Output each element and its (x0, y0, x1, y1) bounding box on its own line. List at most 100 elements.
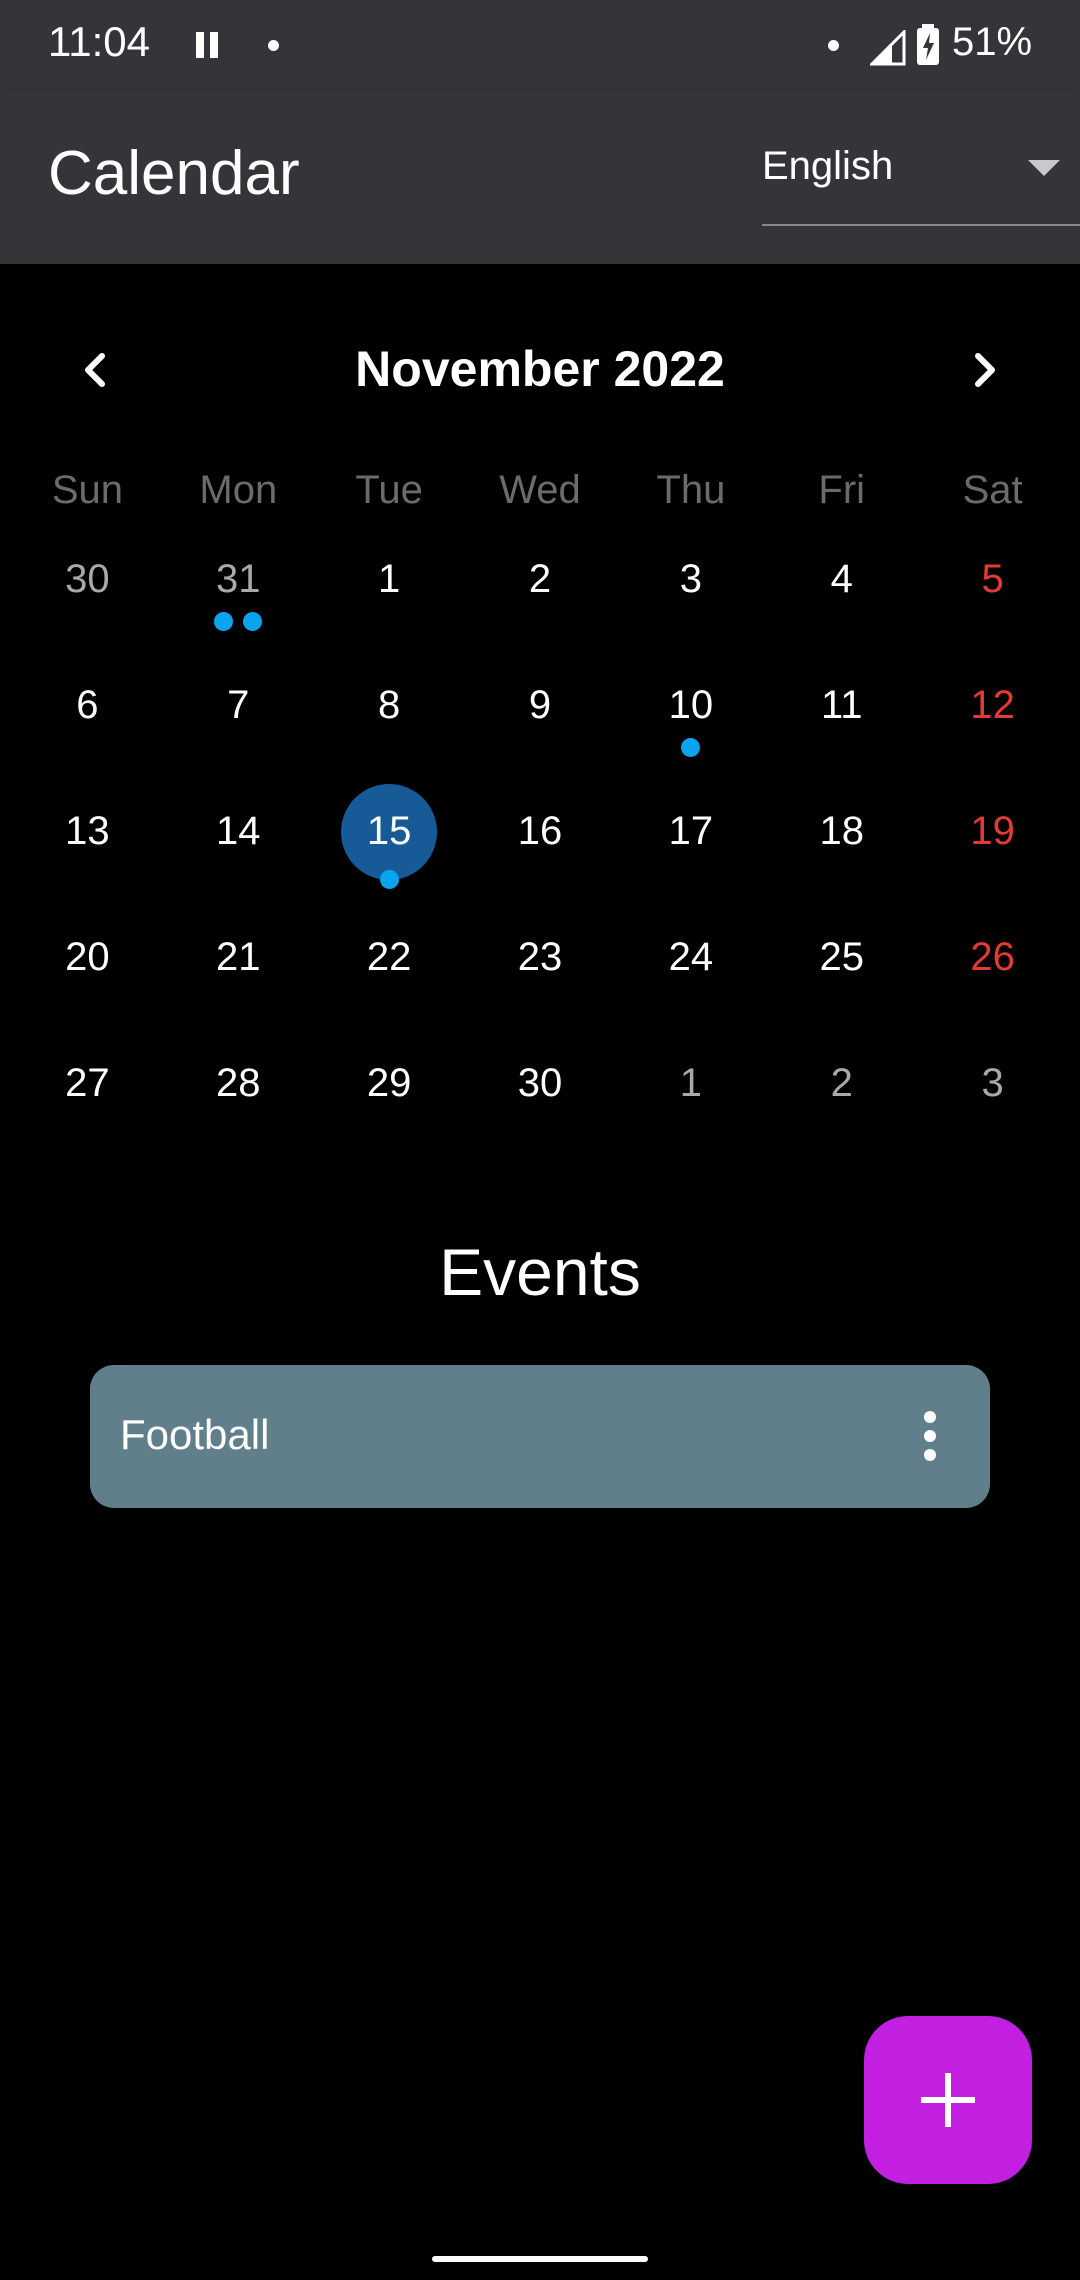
calendar-header: November 2022 (0, 330, 1080, 410)
calendar-day[interactable]: 17 (615, 792, 766, 918)
day-number: 17 (668, 809, 714, 853)
calendar-day[interactable]: 30 (465, 1044, 616, 1170)
calendar-week-row: 13 14 15 16 17 18 19 (12, 784, 1068, 918)
weekday-label: Tue (355, 468, 423, 512)
calendar-day[interactable]: 28 (163, 1044, 314, 1170)
status-time: 11:04 (48, 18, 150, 65)
day-number: 24 (668, 935, 714, 979)
weekday-label: Sun (51, 468, 124, 512)
calendar-week-row: 20 21 22 23 24 25 26 (12, 918, 1068, 1044)
event-card[interactable]: Football (90, 1365, 990, 1508)
calendar-day[interactable]: 3 (917, 1044, 1068, 1170)
day-number: 6 (76, 683, 99, 727)
calendar-day[interactable]: 2 (766, 1044, 917, 1170)
home-indicator[interactable] (432, 2256, 648, 2262)
pause-icon (196, 32, 218, 58)
more-vertical-icon[interactable] (924, 1411, 936, 1461)
day-number: 15 (366, 809, 412, 853)
day-number: 9 (528, 683, 552, 727)
day-number: 14 (216, 809, 261, 853)
calendar-day[interactable]: 7 (163, 666, 314, 792)
day-number: 23 (517, 935, 563, 979)
language-selected-value: English (762, 144, 894, 188)
day-number: 3 (679, 557, 702, 601)
notification-dot-icon (828, 40, 839, 51)
day-number: 31 (216, 557, 261, 601)
event-dot-icon (214, 612, 234, 631)
chevron-right-icon[interactable] (954, 340, 1014, 400)
calendar-grid: 30 31 1 2 3 4 5 6 7 8 9 10 11 12 13 14 15 16 17 18 19 20 21 22 2… (0, 540, 1080, 1170)
day-number: 25 (819, 935, 864, 979)
day-number: 29 (366, 1061, 412, 1105)
day-number: 10 (668, 683, 714, 727)
dropdown-arrow-icon (1028, 160, 1060, 176)
calendar-week-row: 27 28 29 30 1 2 3 (12, 1044, 1068, 1170)
calendar-day[interactable]: 16 (465, 792, 616, 918)
day-number: 7 (227, 683, 250, 727)
calendar-day[interactable]: 22 (314, 918, 465, 1044)
calendar-day[interactable]: 29 (314, 1044, 465, 1170)
day-number: 28 (216, 1061, 261, 1105)
calendar-day[interactable]: 21 (163, 918, 314, 1044)
day-number: 5 (981, 557, 1004, 601)
status-bar: 11:04 51% (0, 0, 1080, 90)
day-number: 12 (970, 683, 1015, 727)
calendar-day[interactable]: 8 (314, 666, 465, 792)
day-number: 26 (970, 935, 1015, 979)
calendar-day[interactable]: 1 (314, 540, 465, 666)
day-number: 13 (65, 809, 110, 853)
weekday-label: Sat (962, 468, 1023, 512)
day-number: 27 (65, 1061, 110, 1105)
calendar-day[interactable]: 4 (766, 540, 917, 666)
day-number: 1 (679, 1061, 702, 1105)
calendar-day[interactable]: 11 (766, 666, 917, 792)
weekday-header: Sun Mon Tue Wed Thu Fri Sat (0, 468, 1080, 528)
calendar-day[interactable]: 1 (615, 1044, 766, 1170)
calendar-day[interactable]: 19 (917, 792, 1068, 918)
calendar-day[interactable]: 6 (12, 666, 163, 792)
weekday-label: Wed (499, 468, 581, 512)
calendar-day[interactable]: 30 (12, 540, 163, 666)
calendar-week-row: 6 7 8 9 10 11 12 (12, 666, 1068, 792)
month-title: November 2022 (355, 341, 725, 397)
calendar-day[interactable]: 23 (465, 918, 616, 1044)
event-indicator (615, 738, 766, 757)
day-number: 19 (970, 809, 1015, 853)
event-indicator (314, 870, 465, 889)
day-number: 18 (819, 809, 864, 853)
calendar-day[interactable]: 13 (12, 792, 163, 918)
day-number: 22 (366, 935, 412, 979)
page-title: Calendar (48, 139, 300, 208)
battery-percentage: 51% (952, 20, 1033, 64)
calendar-day[interactable]: 31 (163, 540, 314, 666)
calendar-week-row: 30 31 1 2 3 4 5 (12, 540, 1068, 666)
calendar-day[interactable]: 20 (12, 918, 163, 1044)
calendar-day[interactable]: 24 (615, 918, 766, 1044)
event-name: Football (120, 1411, 270, 1458)
calendar-day[interactable]: 2 (465, 540, 616, 666)
event-indicator (163, 612, 314, 631)
weekday-label: Fri (818, 468, 866, 512)
language-dropdown[interactable]: English (762, 130, 1080, 226)
calendar-day[interactable]: 14 (163, 792, 314, 918)
day-number: 30 (517, 1061, 563, 1105)
day-number: 30 (65, 557, 110, 601)
calendar-day[interactable]: 5 (917, 540, 1068, 666)
calendar-day[interactable]: 25 (766, 918, 917, 1044)
battery-charging-icon (917, 24, 939, 65)
calendar-day[interactable]: 9 (465, 666, 616, 792)
calendar-day-selected[interactable]: 15 (314, 784, 465, 918)
day-number: 16 (517, 809, 563, 853)
calendar-day[interactable]: 26 (917, 918, 1068, 1044)
app-bar: Calendar English (0, 90, 1080, 264)
calendar-day[interactable]: 27 (12, 1044, 163, 1170)
calendar-day[interactable]: 12 (917, 666, 1068, 792)
event-dot-icon (379, 870, 399, 889)
day-number: 2 (528, 557, 552, 601)
events-title: Events (439, 1235, 641, 1309)
day-number: 20 (65, 935, 110, 979)
calendar-day[interactable]: 10 (615, 666, 766, 792)
add-event-button[interactable] (864, 2016, 1032, 2184)
calendar-day[interactable]: 18 (766, 792, 917, 918)
calendar-day[interactable]: 3 (615, 540, 766, 666)
